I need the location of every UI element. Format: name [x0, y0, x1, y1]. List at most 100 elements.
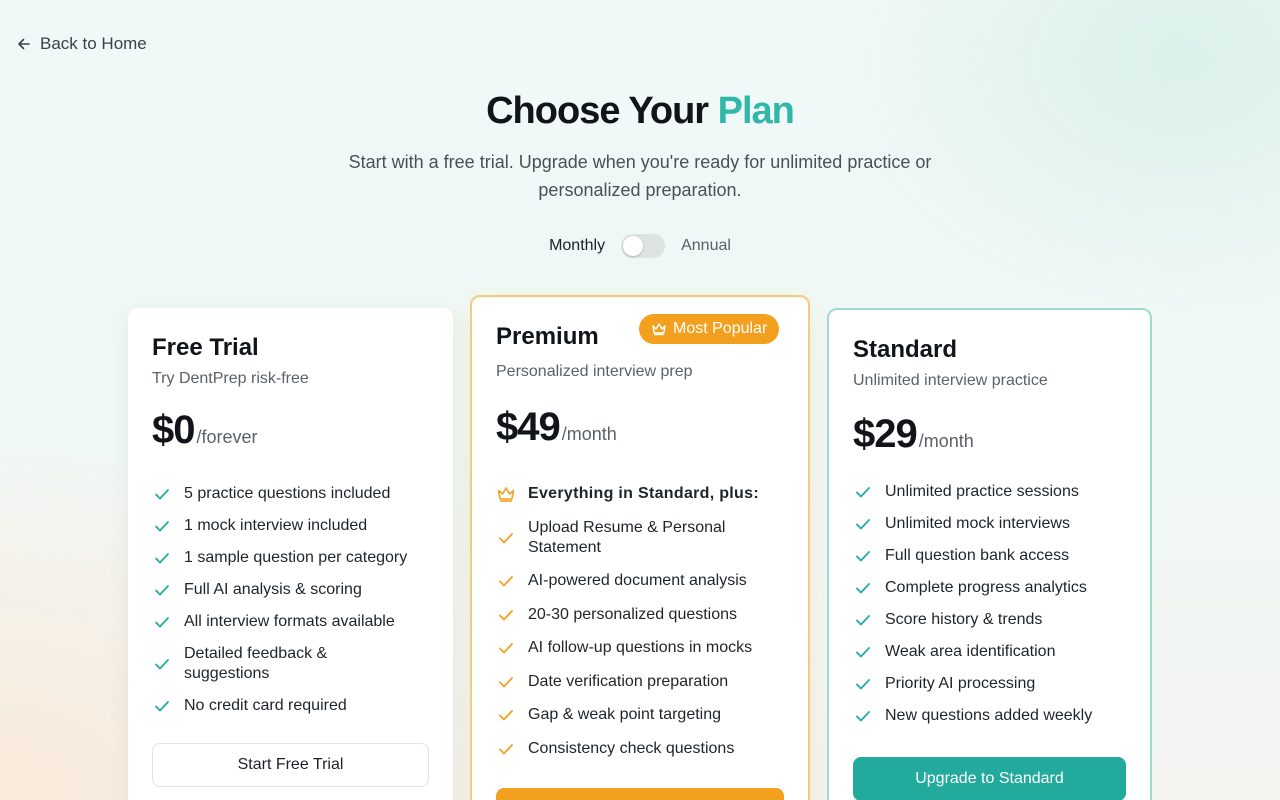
feature-item-lead: Everything in Standard, plus:: [496, 477, 792, 511]
feature-text: Date verification preparation: [528, 672, 729, 690]
price-period: /forever: [196, 427, 258, 447]
check-icon: [499, 532, 513, 543]
check-icon: [856, 711, 870, 722]
page-title: Choose Your Plan: [0, 90, 1280, 133]
check-icon: [155, 521, 169, 532]
feature-text: Consistency check questions: [528, 739, 735, 757]
feature-item: Unlimited practice sessions: [853, 476, 1133, 508]
crown-icon: [652, 323, 666, 336]
feature-text: All interview formats available: [184, 613, 395, 630]
plan-price: $0 /forever: [152, 408, 258, 453]
billing-monthly-label[interactable]: Monthly: [549, 237, 605, 255]
feature-item: Gap & weak point targeting: [496, 699, 792, 733]
billing-toggle-knob: [623, 236, 644, 256]
feature-text: Score history & trends: [885, 611, 1043, 628]
check-icon: [499, 710, 513, 721]
check-icon: [856, 679, 870, 690]
check-icon: [155, 585, 169, 596]
feature-text: 20-30 personalized questions: [528, 605, 738, 623]
check-icon: [856, 487, 870, 498]
check-icon: [856, 551, 870, 562]
most-popular-badge: Most Popular: [639, 314, 780, 344]
plan-price: $49 /month: [496, 405, 617, 450]
check-icon: [155, 489, 169, 500]
feature-text: Unlimited mock interviews: [885, 515, 1070, 532]
feature-item: New questions added weekly: [853, 700, 1133, 732]
plan-name: Free Trial: [152, 334, 259, 361]
feature-text: Detailed feedback & suggestions: [184, 645, 328, 682]
check-icon: [155, 701, 169, 712]
feature-text: AI follow-up questions in mocks: [528, 639, 753, 657]
feature-item: AI follow-up questions in mocks: [496, 632, 792, 666]
check-icon: [856, 647, 870, 658]
feature-item: Complete progress analytics: [853, 572, 1133, 604]
check-icon: [499, 743, 513, 755]
check-icon: [856, 583, 870, 594]
check-icon: [856, 615, 870, 626]
price-amount: $29: [853, 412, 918, 456]
feature-list: Unlimited practice sessions Unlimited mo…: [853, 476, 1133, 732]
start-free-trial-button[interactable]: Start Free Trial: [152, 743, 429, 787]
page-title-accent: Plan: [717, 90, 795, 132]
feature-item: Detailed feedback & suggestions: [152, 638, 432, 690]
plan-description: Personalized interview prep: [496, 363, 693, 380]
feature-item: Full AI analysis & scoring: [152, 574, 432, 606]
feature-text: Priority AI processing: [885, 675, 1036, 692]
feature-item: Weak area identification: [853, 636, 1133, 668]
back-to-home-label: Back to Home: [40, 34, 147, 53]
feature-text: 1 mock interview included: [184, 517, 368, 534]
feature-item: 5 practice questions included: [152, 478, 432, 510]
feature-item: 1 sample question per category: [152, 542, 432, 574]
feature-text: Everything in Standard, plus:: [528, 484, 759, 502]
feature-item: Priority AI processing: [853, 668, 1133, 700]
billing-toggle[interactable]: [621, 234, 666, 258]
feature-item: Upload Resume & Personal Statement: [496, 511, 792, 565]
plan-description: Unlimited interview practice: [853, 372, 1048, 389]
feature-text: AI-powered document analysis: [528, 572, 747, 590]
upgrade-to-premium-button[interactable]: [496, 788, 784, 800]
feature-item: AI-powered document analysis: [496, 565, 792, 599]
feature-text: New questions added weekly: [885, 707, 1093, 724]
feature-item: Score history & trends: [853, 604, 1133, 636]
plan-name: Premium: [496, 323, 599, 350]
feature-list: Everything in Standard, plus: Upload Res…: [496, 477, 792, 766]
plan-price: $29 /month: [853, 412, 974, 457]
feature-text: Upload Resume & Personal Statement: [528, 518, 726, 556]
billing-period-switch: Monthly Annual: [0, 234, 1280, 258]
upgrade-to-standard-button[interactable]: Upgrade to Standard: [853, 757, 1126, 800]
feature-list: 5 practice questions included 1 mock int…: [152, 478, 432, 722]
feature-text: 5 practice questions included: [184, 485, 391, 502]
check-icon: [155, 617, 169, 628]
feature-item: No credit card required: [152, 690, 432, 722]
plan-description: Try DentPrep risk-free: [152, 370, 309, 387]
feature-item: Date verification preparation: [496, 665, 792, 699]
price-amount: $0: [152, 408, 195, 452]
check-icon: [499, 643, 513, 654]
check-icon: [499, 609, 513, 621]
check-icon: [856, 519, 870, 530]
check-icon: [499, 676, 513, 688]
back-to-home-link[interactable]: Back to Home: [16, 34, 147, 54]
page-title-main: Choose Your: [486, 90, 709, 132]
plan-name: Standard: [853, 336, 958, 363]
check-icon: [155, 659, 169, 670]
feature-text: Gap & weak point targeting: [528, 706, 722, 724]
feature-text: Full question bank access: [885, 547, 1070, 564]
price-period: /month: [918, 431, 974, 451]
feature-item: Unlimited mock interviews: [853, 508, 1133, 540]
check-icon: [499, 576, 513, 587]
plan-card-premium: Most Popular Premium Personalized interv…: [470, 295, 810, 800]
plan-card-free: Free Trial Try DentPrep risk-free $0 /fo…: [128, 308, 453, 800]
feature-text: Unlimited practice sessions: [885, 483, 1079, 500]
feature-item: 1 mock interview included: [152, 510, 432, 542]
feature-item: 20-30 personalized questions: [496, 598, 792, 632]
badge-label: Most Popular: [673, 320, 768, 337]
feature-item: Consistency check questions: [496, 732, 792, 766]
feature-item: All interview formats available: [152, 606, 432, 638]
feature-text: Complete progress analytics: [885, 579, 1087, 596]
feature-text: No credit card required: [184, 697, 347, 714]
feature-text: 1 sample question per category: [184, 549, 408, 566]
billing-annual-label[interactable]: Annual: [681, 237, 731, 255]
check-icon: [155, 553, 169, 564]
feature-text: Full AI analysis & scoring: [184, 581, 362, 598]
